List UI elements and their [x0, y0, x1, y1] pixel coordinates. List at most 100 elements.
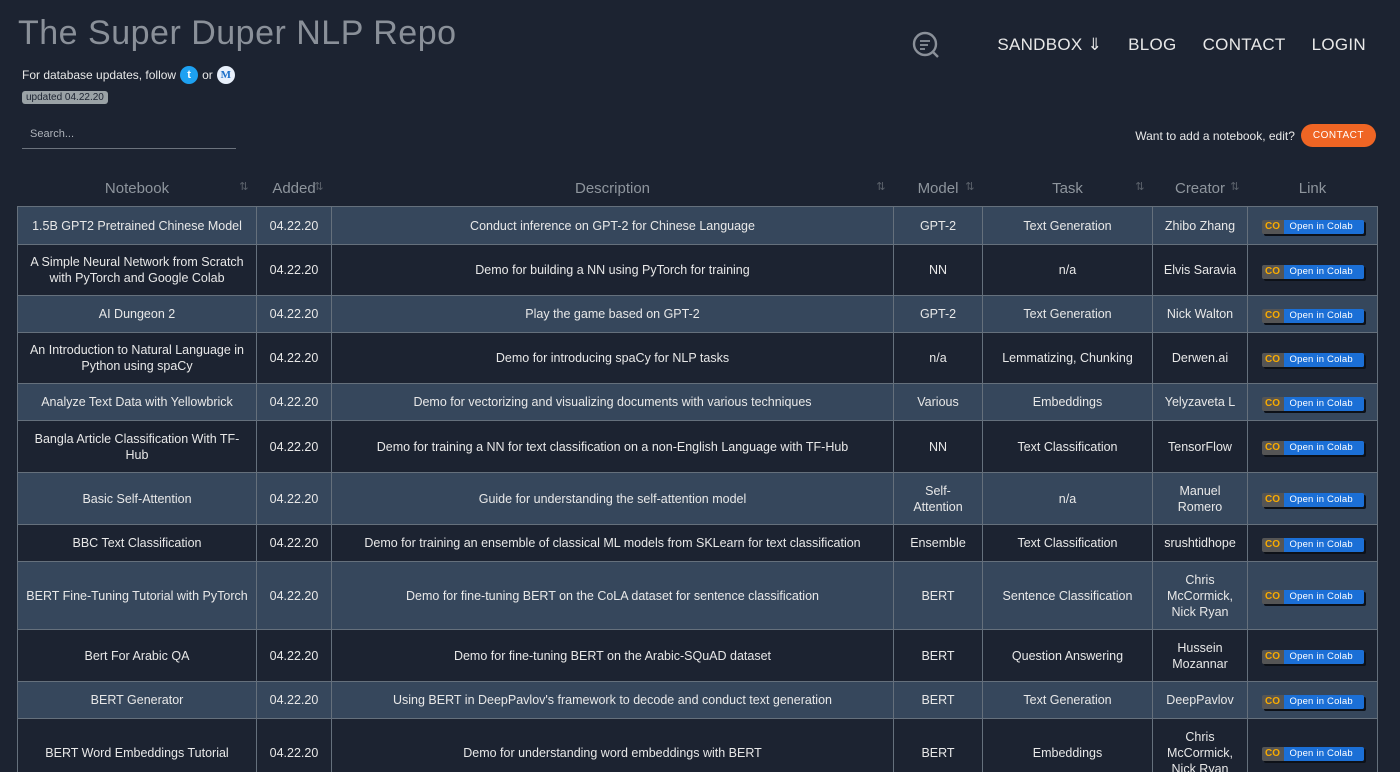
table-row: Analyze Text Data with Yellowbrick 04.22.…	[17, 383, 1378, 421]
col-header-description[interactable]: Description ⇅	[332, 170, 894, 207]
description-cell: Using BERT in DeepPavlov's framework to …	[331, 681, 894, 719]
table-row: BERT Generator 04.22.20 Using BERT in Deep…	[17, 681, 1378, 719]
task-cell: Text Classification	[982, 524, 1153, 562]
description-cell: Demo for fine-tuning BERT on the Arabic-…	[331, 629, 894, 682]
open-in-colab-button[interactable]: CO Open in Colab	[1261, 396, 1364, 411]
table-row: Bangla Article Classification With TF-Hu…	[17, 420, 1378, 473]
model-cell: BERT	[893, 629, 983, 682]
site-title[interactable]: The Super Duper NLP Repo	[18, 14, 457, 53]
task-cell: Text Generation	[982, 681, 1153, 719]
notebook-cell: BERT Fine-Tuning Tutorial with PyTorch	[17, 561, 257, 630]
notebook-cell: BERT Word Embeddings Tutorial	[17, 718, 257, 772]
added-cell: 04.22.20	[256, 383, 332, 421]
colab-icon: CO	[1261, 590, 1284, 604]
open-in-colab-button[interactable]: CO Open in Colab	[1261, 694, 1364, 709]
link-cell: CO Open in Colab	[1247, 332, 1378, 384]
open-in-colab-button[interactable]: CO Open in Colab	[1261, 308, 1364, 323]
colab-label: Open in Colab	[1283, 694, 1364, 709]
col-header-task[interactable]: Task ⇅	[983, 170, 1153, 207]
page: The Super Duper NLP Repo For database up…	[0, 0, 1400, 772]
colab-label: Open in Colab	[1283, 396, 1364, 411]
task-cell: Text Generation	[982, 206, 1153, 245]
sort-icon[interactable]: ⇅	[876, 180, 885, 193]
sort-icon[interactable]: ⇅	[239, 180, 248, 193]
open-in-colab-button[interactable]: CO Open in Colab	[1261, 220, 1364, 234]
sort-icon[interactable]: ⇅	[965, 180, 974, 193]
colab-icon: CO	[1261, 308, 1284, 323]
creator-cell: Hussein Mozannar	[1152, 629, 1248, 682]
colab-icon: CO	[1261, 441, 1284, 455]
model-cell: Ensemble	[893, 524, 983, 562]
model-cell: GPT-2	[893, 206, 983, 245]
notebook-cell: Basic Self-Attention	[17, 472, 257, 525]
search-input[interactable]	[22, 124, 234, 148]
colab-icon: CO	[1261, 220, 1284, 234]
model-cell: BERT	[893, 681, 983, 719]
task-cell: n/a	[982, 244, 1153, 296]
colab-icon: CO	[1261, 264, 1284, 279]
description-cell: Conduct inference on GPT-2 for Chinese L…	[331, 206, 894, 245]
model-cell: NN	[893, 244, 983, 296]
notebook-cell: Bert For Arabic QA	[17, 629, 257, 682]
open-in-colab-button[interactable]: CO Open in Colab	[1261, 590, 1364, 604]
model-cell: Various	[893, 383, 983, 421]
colab-label: Open in Colab	[1283, 747, 1364, 761]
model-cell: BERT	[893, 561, 983, 630]
colab-icon: CO	[1261, 396, 1284, 411]
colab-label: Open in Colab	[1283, 441, 1364, 455]
col-header-creator[interactable]: Creator ⇅	[1153, 170, 1248, 207]
added-cell: 04.22.20	[256, 332, 332, 384]
added-cell: 04.22.20	[256, 206, 332, 245]
col-header-model[interactable]: Model ⇅	[894, 170, 983, 207]
open-in-colab-button[interactable]: CO Open in Colab	[1261, 747, 1364, 761]
added-cell: 04.22.20	[256, 629, 332, 682]
medium-icon[interactable]: M	[216, 66, 235, 84]
sort-icon[interactable]: ⇅	[1230, 180, 1239, 193]
task-cell: Lemmatizing, Chunking	[982, 332, 1153, 384]
notebook-cell: 1.5B GPT2 Pretrained Chinese Model	[17, 206, 257, 245]
search-logo-icon[interactable]	[911, 30, 941, 60]
sort-icon[interactable]: ⇅	[314, 180, 323, 193]
col-header-notebook[interactable]: Notebook ⇅	[18, 170, 257, 207]
open-in-colab-button[interactable]: CO Open in Colab	[1261, 441, 1364, 455]
nav-blog[interactable]: BLOG	[1128, 35, 1176, 55]
open-in-colab-button[interactable]: CO Open in Colab	[1261, 650, 1364, 664]
colab-icon: CO	[1261, 537, 1284, 552]
description-cell: Guide for understanding the self-attenti…	[331, 472, 894, 525]
col-header-added[interactable]: Added ⇅	[257, 170, 332, 207]
contact-button[interactable]: CONTACT	[1300, 124, 1376, 147]
creator-cell: Nick Walton	[1152, 295, 1248, 333]
open-in-colab-button[interactable]: CO Open in Colab	[1261, 537, 1364, 552]
open-in-colab-button[interactable]: CO Open in Colab	[1261, 264, 1364, 279]
colab-label: Open in Colab	[1283, 493, 1364, 507]
colab-label: Open in Colab	[1283, 308, 1364, 323]
creator-cell: DeepPavlov	[1152, 681, 1248, 719]
nav-login[interactable]: LOGIN	[1312, 35, 1366, 55]
twitter-icon[interactable]: t	[180, 66, 199, 84]
notebook-cell: An Introduction to Natural Language in P…	[17, 332, 257, 384]
table-row: Bert For Arabic QA 04.22.20 Demo for fine-…	[17, 629, 1378, 682]
table-row: BERT Fine-Tuning Tutorial with PyTorch 04…	[17, 561, 1378, 630]
model-cell: Self-Attention	[893, 472, 983, 525]
task-cell: Sentence Classification	[982, 561, 1153, 630]
notebook-cell: Analyze Text Data with Yellowbrick	[17, 383, 257, 421]
added-cell: 04.22.20	[256, 681, 332, 719]
follow-text: For database updates, follow	[22, 68, 177, 82]
or-text: or	[202, 68, 213, 82]
creator-cell: Elvis Saravia	[1152, 244, 1248, 296]
colab-label: Open in Colab	[1283, 352, 1364, 367]
sort-icon[interactable]: ⇅	[1135, 180, 1144, 193]
open-in-colab-button[interactable]: CO Open in Colab	[1261, 352, 1364, 367]
link-cell: CO Open in Colab	[1247, 472, 1378, 525]
link-cell: CO Open in Colab	[1247, 681, 1378, 719]
open-in-colab-button[interactable]: CO Open in Colab	[1261, 493, 1364, 507]
model-cell: NN	[893, 420, 983, 473]
nav-sandbox[interactable]: SANDBOX ⇓	[997, 35, 1102, 55]
nav-contact[interactable]: CONTACT	[1203, 35, 1286, 55]
added-cell: 04.22.20	[256, 295, 332, 333]
description-cell: Play the game based on GPT-2	[331, 295, 894, 333]
task-cell: n/a	[982, 472, 1153, 525]
link-cell: CO Open in Colab	[1247, 420, 1378, 473]
task-cell: Text Generation	[982, 295, 1153, 333]
table-body: 1.5B GPT2 Pretrained Chinese Model 04.22.…	[17, 206, 1378, 772]
